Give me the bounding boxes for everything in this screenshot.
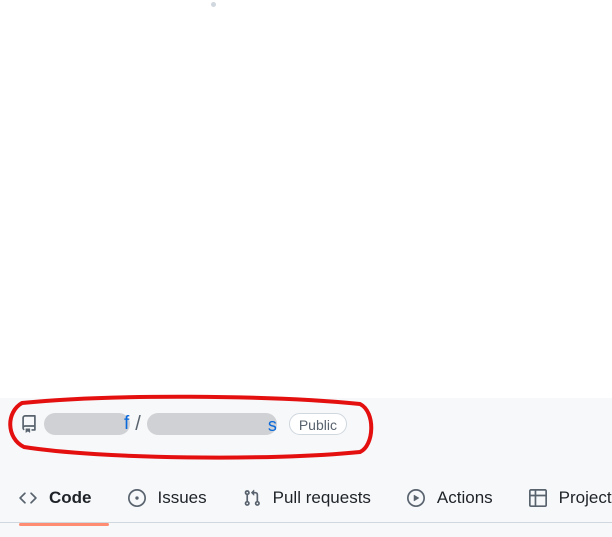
table-icon xyxy=(528,489,547,507)
tab-code[interactable]: Code xyxy=(0,476,109,526)
repo-nav-tabs: Code Issues Pull requests Actions Projec… xyxy=(0,474,612,526)
loading-dot xyxy=(211,2,216,7)
tab-issues-label: Issues xyxy=(157,488,207,507)
code-icon xyxy=(19,492,37,504)
git-pull-request-icon xyxy=(244,489,260,506)
issue-opened-icon xyxy=(127,489,146,507)
page: f / s Public Code Issues Pull requests A… xyxy=(0,0,612,537)
repo-name-visible-suffix[interactable]: s xyxy=(268,415,277,436)
repo-name-link-redacted[interactable]: s xyxy=(146,413,277,436)
tab-projects-label: Projects xyxy=(558,488,612,507)
repo-owner-link-redacted[interactable] xyxy=(44,413,130,435)
tab-pull-requests-label: Pull requests xyxy=(272,488,371,507)
tab-code-label: Code xyxy=(49,488,92,507)
tab-pull-requests[interactable]: Pull requests xyxy=(224,476,388,520)
tab-issues[interactable]: Issues xyxy=(109,476,224,520)
blank-content-area xyxy=(0,0,612,398)
path-separator: / xyxy=(135,412,141,435)
tabs-divider xyxy=(0,522,612,523)
tab-projects[interactable]: Projects xyxy=(510,476,612,520)
repo-icon xyxy=(20,415,38,433)
tab-actions-label: Actions xyxy=(436,488,493,507)
tab-actions[interactable]: Actions xyxy=(388,476,510,520)
repo-owner-visible-suffix[interactable]: f xyxy=(124,413,129,435)
repo-title: f / s Public xyxy=(20,411,347,437)
play-icon xyxy=(406,489,425,507)
visibility-badge: Public xyxy=(288,413,347,435)
